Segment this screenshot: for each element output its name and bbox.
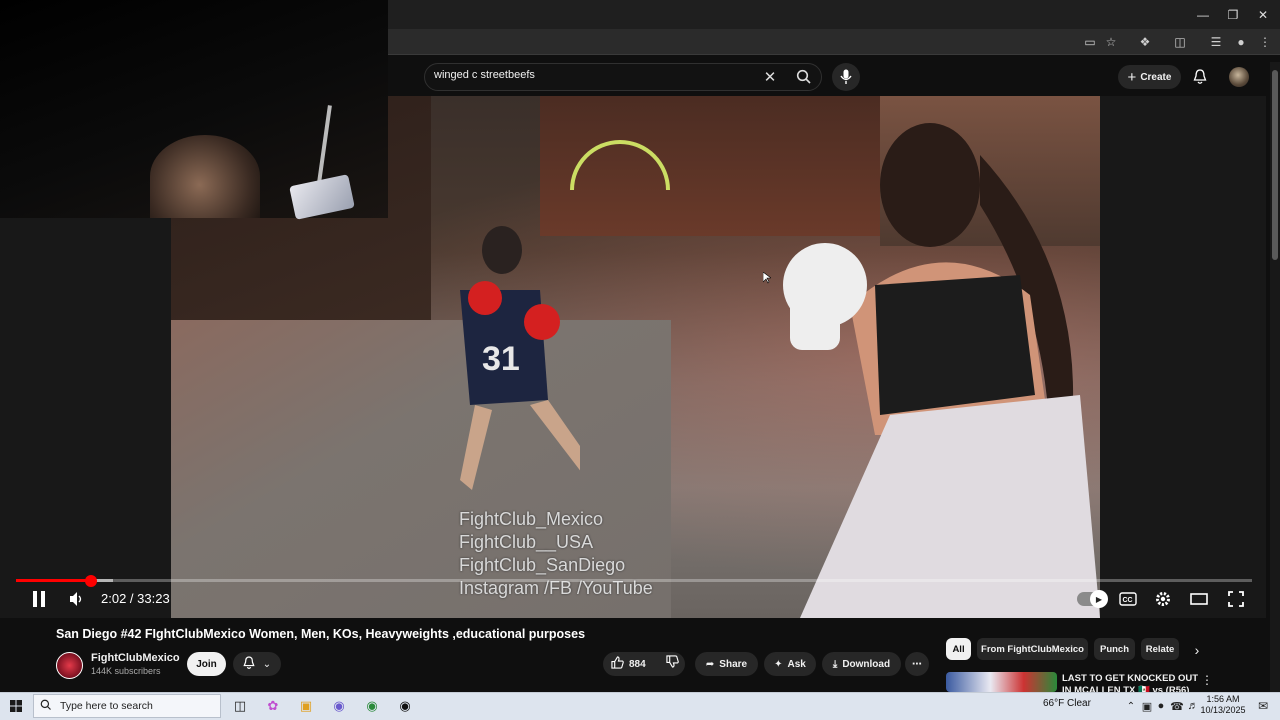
autoplay-play-icon[interactable]: ▶ [1090,590,1108,608]
account-avatar[interactable] [1229,67,1249,87]
thumbs-up-icon [611,656,624,672]
extensions-icon[interactable]: ❖ [1136,34,1154,50]
restore-icon[interactable]: ❐ [1218,0,1248,29]
sidepanel-icon[interactable]: ◫ [1171,34,1189,50]
search-query[interactable]: winged c streetbeefs [434,69,535,81]
recommendation-thumbnail[interactable] [946,672,1057,692]
download-icon: ⤓ [832,658,838,670]
task-view-icon[interactable]: ◫ [229,695,251,717]
plus-icon: + [1127,68,1137,86]
messenger-icon[interactable]: ◉ [328,695,350,717]
chevron-down-icon: ⌄ [262,658,272,670]
share-label: Share [719,658,748,670]
download-label: Download [842,658,891,670]
download-button[interactable]: ⤓ Download [822,652,901,676]
clock-time: 1:56 AM [1206,694,1240,704]
more-actions-icon[interactable]: ⋯ [905,652,929,676]
bookmark-star-icon[interactable]: ☆ [1102,34,1120,50]
settings-gear-icon[interactable] [1152,588,1174,610]
webcam-person [150,135,260,218]
theater-mode-icon[interactable] [1188,588,1210,610]
close-window-icon[interactable]: ✕ [1248,0,1278,29]
progress-scrubber[interactable] [85,575,97,587]
notifications-icon[interactable] [1190,66,1210,88]
taskbar-search[interactable]: Type here to search [33,694,221,718]
share-icon: ➦ [705,658,715,670]
notifications-tray-icon[interactable]: ✉ [1252,695,1274,717]
taskbar-search-placeholder: Type here to search [60,700,153,712]
video-watermark-line: FightClub_SanDiego [459,555,626,575]
video-scene-fighter-left: 31 [460,226,580,490]
file-explorer-icon[interactable]: ▣ [295,695,317,717]
copilot-icon[interactable]: ✿ [262,695,284,717]
clock-date: 10/13/2025 [1200,705,1246,715]
subscription-bell-button[interactable]: ⌄ [233,652,281,676]
profile-icon[interactable]: ● [1232,34,1250,50]
time-display: 2:02 / 33:23 [101,591,170,606]
svg-text:CC: CC [1123,597,1133,604]
video-scene-fighter-right [783,123,1100,618]
ask-label: Ask [787,658,806,670]
fullscreen-icon[interactable] [1225,588,1247,610]
create-label: Create [1140,71,1172,83]
volume-icon[interactable] [66,588,88,610]
channel-name[interactable]: FightClubMexico [91,652,180,664]
progress-played [16,579,91,582]
bell-icon [243,655,255,673]
recommendation-menu-icon[interactable]: ⋮ [1200,673,1214,687]
pause-icon[interactable] [28,588,50,610]
video-watermark-line: FightClub_Mexico [459,509,604,529]
weather-widget[interactable]: 66°F Clear [1043,698,1091,709]
media-controls-icon[interactable]: ☰ [1207,34,1225,50]
captions-icon[interactable]: CC [1117,588,1139,610]
video-title: San Diego #42 FIghtClubMexico Women, Men… [56,627,586,641]
obs-icon[interactable]: ◉ [394,695,416,717]
minimize-icon[interactable]: — [1188,0,1218,29]
mouse-cursor-icon [762,271,772,284]
chrome-icon[interactable]: ◉ [361,695,383,717]
sparkle-icon: ✦ [774,658,783,670]
ask-button[interactable]: ✦ Ask [764,652,816,676]
search-icon[interactable] [787,64,821,90]
chip-related[interactable]: Relate [1141,638,1179,660]
svg-text:31: 31 [482,340,520,378]
taskbar-clock[interactable]: 1:56 AM 10/13/2025 [1200,694,1246,716]
windows-start-icon[interactable] [5,695,27,717]
chip-from-channel[interactable]: From FightClubMexico [977,638,1088,660]
progress-bar[interactable] [16,579,1252,582]
chevron-right-icon[interactable]: › [1188,640,1206,660]
scrollbar-thumb[interactable] [1272,70,1278,260]
share-button[interactable]: ➦ Share [695,652,758,676]
dislike-button[interactable] [659,655,685,673]
recommendation-title[interactable]: LAST TO GET KNOCKED OUT IN MCALLEN TX 🇲🇽… [1062,673,1202,692]
taskbar-search-icon [40,699,52,714]
like-count: 884 [629,658,646,670]
thumbs-down-icon [665,655,679,673]
chip-all[interactable]: All [946,638,971,660]
join-button[interactable]: Join [187,652,226,676]
chip-punch[interactable]: Punch [1094,638,1135,660]
channel-avatar[interactable] [56,652,83,679]
install-app-icon[interactable]: ▭ [1081,34,1099,50]
clear-search-icon[interactable]: ✕ [760,67,780,87]
browser-menu-icon[interactable]: ⋮ [1256,34,1274,50]
video-watermark-line: FightClub__USA [459,532,594,552]
subscriber-count: 144K subscribers [91,666,161,676]
create-button[interactable]: + Create [1118,65,1181,89]
voice-search-icon[interactable] [832,63,860,91]
